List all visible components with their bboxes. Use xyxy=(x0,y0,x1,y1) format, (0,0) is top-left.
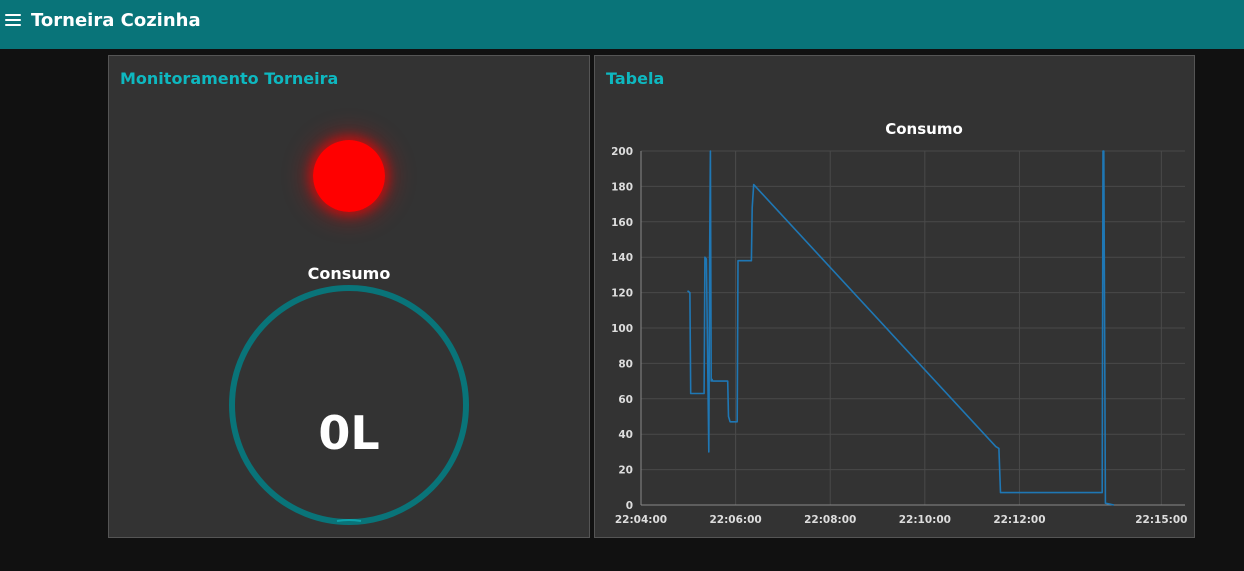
x-tick-label: 22:06:00 xyxy=(709,514,761,526)
y-tick-label: 100 xyxy=(611,323,633,335)
gauge-ring xyxy=(229,285,469,525)
gauge-label: Consumo xyxy=(307,264,391,283)
page-title: Torneira Cozinha xyxy=(31,10,201,31)
tabela-card: Tabela Consumo 0 20 40 60 80 100 120 140 160 180 20… xyxy=(594,55,1195,538)
y-tick-label: 180 xyxy=(611,181,633,193)
x-tick-label: 22:04:00 xyxy=(615,514,667,526)
gauge-fill-mark xyxy=(336,519,362,522)
y-tick-label: 60 xyxy=(618,394,633,406)
chart-title: Consumo xyxy=(885,120,963,138)
monitor-card-title: Monitoramento Torneira xyxy=(120,69,339,88)
x-tick-label: 22:08:00 xyxy=(804,514,856,526)
y-tick-label: 120 xyxy=(611,288,633,300)
y-tick-label: 20 xyxy=(618,465,633,477)
y-tick-label: 200 xyxy=(611,146,633,158)
y-tick-label: 160 xyxy=(611,217,633,229)
x-tick-label: 22:15:00 xyxy=(1135,514,1187,526)
y-tick-label: 40 xyxy=(618,429,633,441)
consumo-chart: Consumo 0 20 40 60 80 100 120 140 160 180 200 22:04:… xyxy=(611,120,1187,526)
monitor-card: Monitoramento Torneira Consumo 0L xyxy=(108,55,590,538)
y-tick-label: 80 xyxy=(618,358,633,370)
menu-icon[interactable] xyxy=(5,14,21,28)
toolbar: Torneira Cozinha xyxy=(0,0,1244,49)
led-indicator xyxy=(313,140,385,212)
y-tick-label: 0 xyxy=(626,500,633,512)
gauge-value: 0L xyxy=(318,406,380,460)
x-tick-label: 22:10:00 xyxy=(899,514,951,526)
x-tick-label: 22:12:00 xyxy=(993,514,1045,526)
y-tick-label: 140 xyxy=(611,252,633,264)
